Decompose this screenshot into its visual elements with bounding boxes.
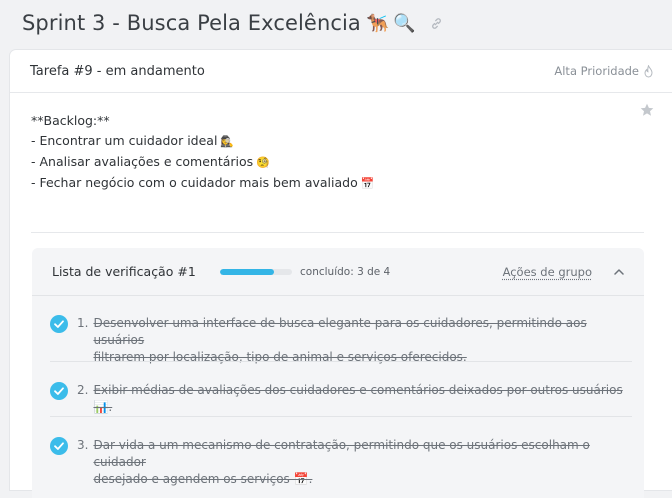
chevron-up-icon[interactable] xyxy=(614,269,624,275)
check-circle-icon[interactable] xyxy=(50,382,68,400)
checklist-progress-fill xyxy=(220,269,274,275)
check-circle-icon[interactable] xyxy=(50,315,68,333)
checklist-item-text: Dar vida a um mecanismo de contratação, … xyxy=(93,437,634,488)
item-divider xyxy=(50,361,632,362)
service-dog-emoji: 🐕‍🦺 xyxy=(367,13,389,34)
checklist-item-text: Exibir médias de avaliações dos cuidador… xyxy=(93,382,634,416)
priority-badge[interactable]: Alta Prioridade xyxy=(554,64,654,78)
checklist-item[interactable]: 1. Desenvolver uma interface de busca el… xyxy=(50,315,634,366)
checklist-title[interactable]: Lista de verificação #1 xyxy=(52,264,220,279)
calendar-emoji: 📅 xyxy=(361,177,375,190)
group-actions-link[interactable]: Ações de grupo xyxy=(503,265,592,279)
checklist-progress-label: concluído: 3 de 4 xyxy=(300,266,390,278)
description-line: - Analisar avaliações e comentários 🧐 xyxy=(31,152,652,173)
checklist-header: Lista de verificação #1 concluído: 3 de … xyxy=(32,248,644,296)
description-line: - Encontrar um cuidador ideal 🕵️‍♀️ xyxy=(31,131,652,152)
checklist: Lista de verificação #1 concluído: 3 de … xyxy=(32,248,644,498)
description-line: - Fechar negócio com o cuidador mais bem… xyxy=(31,173,652,194)
detective-emoji: 🕵️‍♀️ xyxy=(220,135,234,148)
checklist-progress-bar xyxy=(220,269,292,275)
page-title: Sprint 3 - Busca Pela Excelência xyxy=(22,11,361,35)
star-icon[interactable] xyxy=(640,103,654,117)
task-card: Tarefa #9 - em andamento Alta Prioridade… xyxy=(10,50,672,490)
link-icon[interactable] xyxy=(430,17,443,30)
checklist-item[interactable]: 2. Exibir médias de avaliações dos cuida… xyxy=(50,382,634,416)
description-line: **Backlog:** xyxy=(31,111,652,131)
magnifier-emoji: 🔍 xyxy=(393,13,415,34)
checklist-item[interactable]: 3. Dar vida a um mecanismo de contrataçã… xyxy=(50,437,634,488)
divider xyxy=(31,232,644,233)
check-circle-icon[interactable] xyxy=(50,437,68,455)
task-card-header: Tarefa #9 - em andamento Alta Prioridade xyxy=(10,50,672,93)
checklist-item-number: 2. xyxy=(77,382,88,416)
page-header: Sprint 3 - Busca Pela Excelência 🐕‍🦺 🔍 xyxy=(0,0,672,46)
thinking-face-emoji: 🧐 xyxy=(256,156,270,169)
task-title: Tarefa #9 - em andamento xyxy=(30,64,205,79)
checklist-item-number: 3. xyxy=(77,437,88,488)
item-divider xyxy=(50,416,632,417)
priority-label: Alta Prioridade xyxy=(554,64,639,78)
checklist-item-number: 1. xyxy=(77,315,88,366)
checklist-item-text: Desenvolver uma interface de busca elega… xyxy=(93,315,634,366)
flame-icon xyxy=(643,65,654,78)
task-description[interactable]: **Backlog:** - Encontrar um cuidador ide… xyxy=(10,93,672,194)
